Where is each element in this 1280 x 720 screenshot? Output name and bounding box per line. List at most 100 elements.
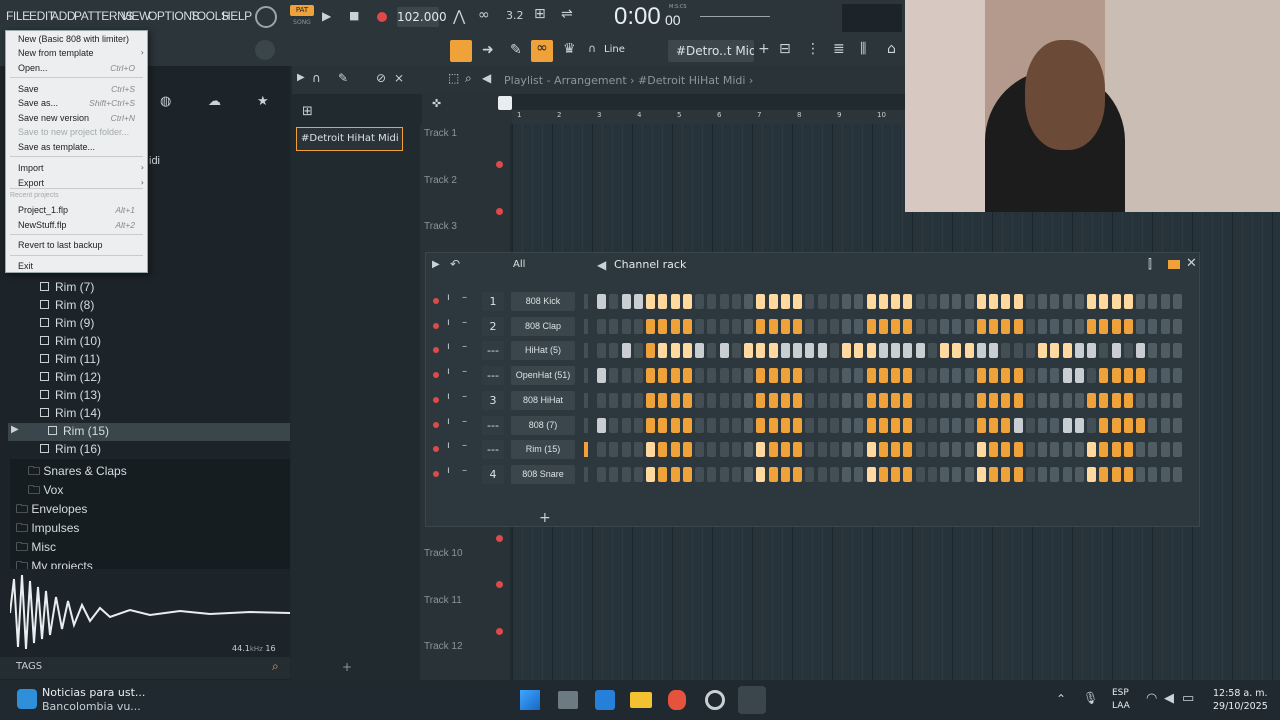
- mixer-track-number[interactable]: 2: [482, 316, 504, 336]
- track-record-icon[interactable]: [496, 161, 503, 168]
- step-button[interactable]: [780, 442, 790, 458]
- step-button[interactable]: [646, 442, 655, 458]
- file-menu-item[interactable]: Open... Ctrl+O: [6, 63, 147, 76]
- step-button[interactable]: [621, 318, 631, 334]
- clock-date[interactable]: 29/10/2025: [1213, 701, 1268, 712]
- pattern-mode-icon[interactable]: [498, 96, 512, 110]
- file-menu-item[interactable]: Project_1.flp Alt+1: [6, 205, 147, 218]
- step-button[interactable]: [817, 417, 827, 433]
- step-button[interactable]: [1123, 466, 1133, 482]
- step-button[interactable]: [989, 318, 998, 334]
- menu-view[interactable]: VIEW: [121, 9, 150, 23]
- step-button[interactable]: [1013, 343, 1023, 359]
- pan-knob[interactable]: ı: [447, 465, 450, 476]
- step-button[interactable]: [976, 417, 986, 433]
- volume-knob[interactable]: –: [462, 341, 467, 352]
- channel-name-button[interactable]: 808 Clap: [511, 316, 575, 336]
- step-button[interactable]: [1050, 294, 1060, 309]
- step-button[interactable]: [744, 442, 753, 458]
- list-item-selected[interactable]: Rim (15): [48, 424, 109, 438]
- step-button[interactable]: [1001, 442, 1011, 458]
- pan-knob[interactable]: ı: [447, 341, 450, 352]
- step-button[interactable]: [805, 368, 815, 384]
- step-button[interactable]: [1111, 392, 1121, 408]
- step-button[interactable]: [1172, 368, 1182, 384]
- step-button[interactable]: [866, 466, 876, 482]
- step-button[interactable]: [1148, 392, 1158, 408]
- step-button[interactable]: [695, 442, 704, 458]
- step-button[interactable]: [1050, 392, 1060, 408]
- step-button[interactable]: [854, 392, 864, 408]
- step-button[interactable]: [1172, 442, 1182, 458]
- channel-led-icon[interactable]: [433, 372, 439, 379]
- step-button[interactable]: [1074, 343, 1084, 359]
- step-button[interactable]: [682, 318, 692, 334]
- step-button[interactable]: [1123, 368, 1133, 384]
- step-button[interactable]: [1160, 392, 1170, 408]
- step-button[interactable]: [915, 318, 925, 334]
- blend-icon[interactable]: ⇌: [561, 6, 573, 22]
- loop-record-icon[interactable]: ∞: [478, 7, 490, 23]
- step-button[interactable]: [854, 442, 864, 458]
- list-item[interactable]: Rim (12): [40, 370, 101, 384]
- step-button[interactable]: [1001, 368, 1011, 384]
- store-icon[interactable]: [595, 690, 615, 710]
- step-button[interactable]: [1013, 392, 1023, 408]
- step-button[interactable]: [719, 368, 729, 384]
- step-button[interactable]: [719, 294, 729, 309]
- obs-icon[interactable]: [705, 690, 725, 710]
- step-button[interactable]: [1099, 417, 1109, 433]
- file-menu-item[interactable]: Import ›: [6, 163, 147, 176]
- weather-icon[interactable]: [17, 689, 37, 709]
- step-button[interactable]: [633, 417, 643, 433]
- step-button[interactable]: [682, 417, 692, 433]
- step-button[interactable]: [940, 318, 949, 334]
- add-channel-icon[interactable]: +: [539, 510, 551, 526]
- step-button[interactable]: [719, 442, 729, 458]
- step-button[interactable]: [1111, 368, 1121, 384]
- step-button[interactable]: [768, 318, 778, 334]
- channel-led-icon[interactable]: [433, 446, 439, 453]
- stamp-icon[interactable]: ♛: [563, 41, 576, 57]
- step-button[interactable]: [989, 466, 998, 482]
- star-icon[interactable]: ★: [257, 94, 269, 109]
- step-button[interactable]: [731, 417, 741, 433]
- file-menu-item[interactable]: NewStuff.flp Alt+2: [6, 220, 147, 233]
- channel-name-button[interactable]: 808 Kick: [511, 292, 575, 311]
- step-button[interactable]: [915, 442, 925, 458]
- track-record-icon[interactable]: [496, 208, 503, 215]
- speaker-tool-icon[interactable]: ◀: [482, 71, 491, 85]
- step-button[interactable]: [793, 294, 802, 309]
- step-button[interactable]: [1001, 466, 1011, 482]
- arrow-right-icon[interactable]: ➜: [482, 42, 494, 58]
- step-button[interactable]: [768, 442, 778, 458]
- step-button[interactable]: [719, 343, 729, 359]
- track-tools-icon[interactable]: ✜: [432, 97, 441, 110]
- volume-knob[interactable]: –: [462, 292, 467, 303]
- step-button[interactable]: [927, 294, 937, 309]
- channel-select-bar[interactable]: [584, 318, 588, 334]
- list-item[interactable]: Rim (9): [40, 316, 94, 330]
- browser-partial-item[interactable]: idi: [149, 155, 160, 167]
- step-button[interactable]: [1148, 343, 1158, 359]
- step-button[interactable]: [646, 466, 655, 482]
- step-button[interactable]: [1099, 442, 1109, 458]
- mixer-track-number[interactable]: ---: [482, 440, 504, 460]
- step-button[interactable]: [597, 392, 606, 408]
- step-button[interactable]: [621, 294, 631, 309]
- language-indicator[interactable]: ESP: [1112, 688, 1129, 698]
- step-button[interactable]: [989, 417, 998, 433]
- step-button[interactable]: [1050, 466, 1060, 482]
- step-button[interactable]: [964, 343, 974, 359]
- step-button[interactable]: [952, 368, 962, 384]
- select-tool-icon[interactable]: ⬚: [448, 71, 459, 85]
- step-button[interactable]: [1148, 417, 1158, 433]
- step-button[interactable]: [903, 392, 913, 408]
- time-display[interactable]: 0:00: [614, 3, 661, 31]
- pattern-selector[interactable]: #Detro..t Midi: [668, 40, 754, 62]
- step-button[interactable]: [1160, 417, 1170, 433]
- step-button[interactable]: [1087, 466, 1096, 482]
- step-button[interactable]: [903, 343, 913, 359]
- file-menu-item[interactable]: Save as template...: [6, 142, 147, 155]
- draw-tool-icon[interactable]: ✎: [338, 71, 348, 85]
